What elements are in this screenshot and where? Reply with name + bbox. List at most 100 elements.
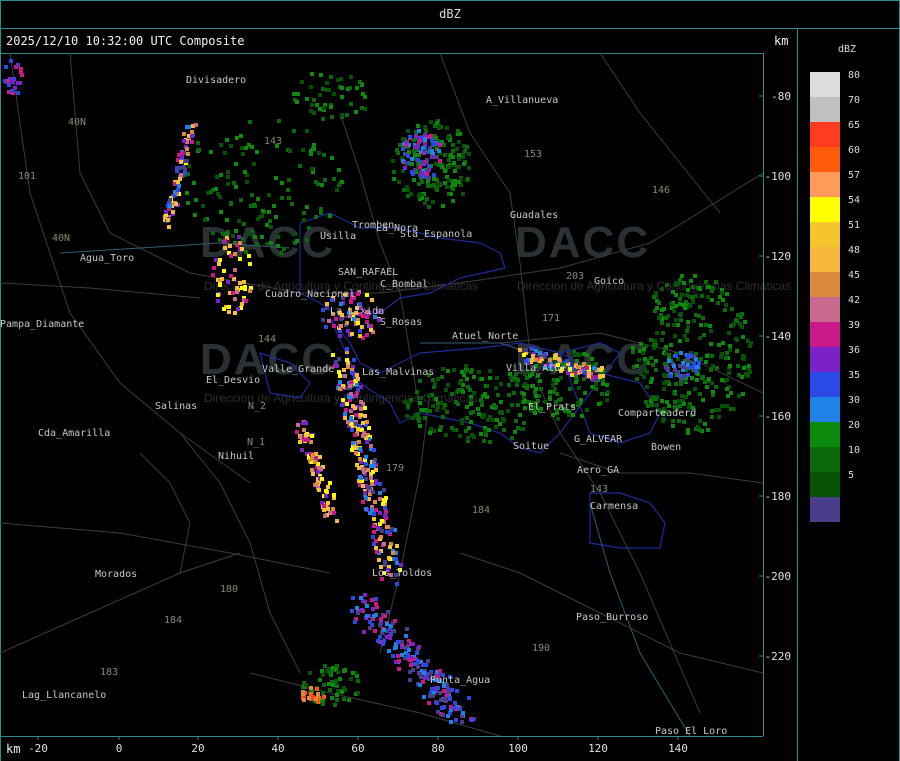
echo-cell	[374, 546, 378, 550]
echo-cell	[571, 413, 575, 417]
radar-map[interactable]: Divisadero A_Villanueva Guadales Agua_Toro P…	[0, 53, 763, 736]
echo-cell	[715, 366, 719, 370]
echo-cell	[686, 325, 690, 329]
echo-cell	[328, 671, 332, 675]
echo-cell	[582, 362, 586, 366]
x-axis-ticks: -20 0 20 40 60 80 100 120 140	[28, 736, 688, 755]
echo-cell	[324, 325, 328, 329]
route-label: 146	[652, 185, 670, 196]
echo-cell	[662, 373, 666, 377]
echo-cell	[323, 514, 327, 518]
echo-cell	[417, 129, 421, 133]
echo-cell	[710, 381, 714, 385]
echo-cell	[465, 416, 469, 420]
echo-cell	[736, 313, 740, 317]
echo-cell	[185, 191, 189, 195]
echo-cell	[349, 416, 353, 420]
echo-cell	[255, 150, 259, 154]
echo-cell	[226, 182, 230, 186]
echo-cell	[682, 402, 686, 406]
echo-cell	[710, 415, 714, 419]
echo-cell	[416, 665, 420, 669]
echo-cell	[344, 408, 348, 412]
echo-cell	[462, 373, 466, 377]
echo-cell	[326, 501, 330, 505]
x-tick-label: 100	[508, 742, 528, 755]
echo-cell	[417, 194, 421, 198]
route-label: 183	[100, 667, 118, 678]
echo-cell	[348, 86, 352, 90]
echo-cell	[240, 286, 244, 290]
echo-cell	[418, 139, 422, 143]
echo-cell	[248, 289, 252, 293]
echo-cell	[437, 126, 441, 130]
echo-cell	[368, 626, 372, 630]
echo-cell	[345, 402, 349, 406]
echo-cell	[431, 378, 435, 382]
echo-cell	[408, 135, 412, 139]
echo-cell	[6, 79, 10, 83]
echo-cell	[732, 322, 736, 326]
echo-cell	[327, 319, 331, 323]
echo-cell	[408, 670, 412, 674]
echo-cell	[322, 695, 326, 699]
echo-cell	[727, 331, 731, 335]
echo-cell	[354, 446, 358, 450]
echo-cell	[748, 370, 752, 374]
echo-cell	[531, 354, 535, 358]
x-tick-label: -20	[28, 742, 48, 755]
legend-value: 30	[848, 395, 861, 406]
echo-cell	[304, 683, 308, 687]
echo-cell	[416, 124, 420, 128]
echo-cell	[684, 395, 688, 399]
echo-cell	[711, 390, 715, 394]
echo-cell	[4, 65, 8, 69]
echo-cell	[319, 207, 323, 211]
legend-swatch	[810, 347, 840, 372]
echo-cell	[277, 119, 281, 123]
echo-cell	[396, 151, 400, 155]
route-label: 179	[386, 463, 404, 474]
echo-cell	[691, 300, 695, 304]
echo-cell	[435, 408, 439, 412]
echo-cell	[709, 368, 713, 372]
echo-cell	[579, 398, 583, 402]
echo-cell	[407, 401, 411, 405]
echo-cell	[447, 158, 451, 162]
echo-cell	[211, 231, 215, 235]
echo-cell	[363, 491, 367, 495]
echo-cell	[458, 434, 462, 438]
echo-cell	[706, 428, 710, 432]
echo-cell	[361, 500, 365, 504]
echo-cell	[212, 266, 216, 270]
echo-cell	[441, 713, 445, 717]
echo-cell	[664, 352, 668, 356]
echo-cell	[322, 683, 326, 687]
echo-cell	[182, 165, 186, 169]
echo-cell	[451, 149, 455, 153]
echo-cell	[314, 697, 318, 701]
echo-cell	[460, 418, 464, 422]
echo-cell	[256, 197, 260, 201]
route-label: 144	[258, 334, 276, 345]
echo-cell	[667, 359, 671, 363]
echo-cell	[240, 247, 244, 251]
place-label: Las_Malvinas	[362, 367, 434, 378]
y-tick-label: -80	[771, 90, 791, 103]
echo-cell	[483, 392, 487, 396]
echo-cell	[687, 391, 691, 395]
echo-cell	[401, 147, 405, 151]
echo-cell	[179, 160, 183, 164]
echo-cell	[361, 467, 365, 471]
echo-cell	[495, 376, 499, 380]
echo-cell	[228, 244, 232, 248]
echo-cell	[7, 83, 11, 87]
echo-cell	[429, 120, 433, 124]
echo-cell	[524, 348, 528, 352]
echo-cell	[435, 701, 439, 705]
echo-cell	[356, 377, 360, 381]
echo-cell	[438, 159, 442, 163]
echo-cell	[343, 412, 347, 416]
echo-cell	[235, 290, 239, 294]
echo-cell	[274, 176, 278, 180]
